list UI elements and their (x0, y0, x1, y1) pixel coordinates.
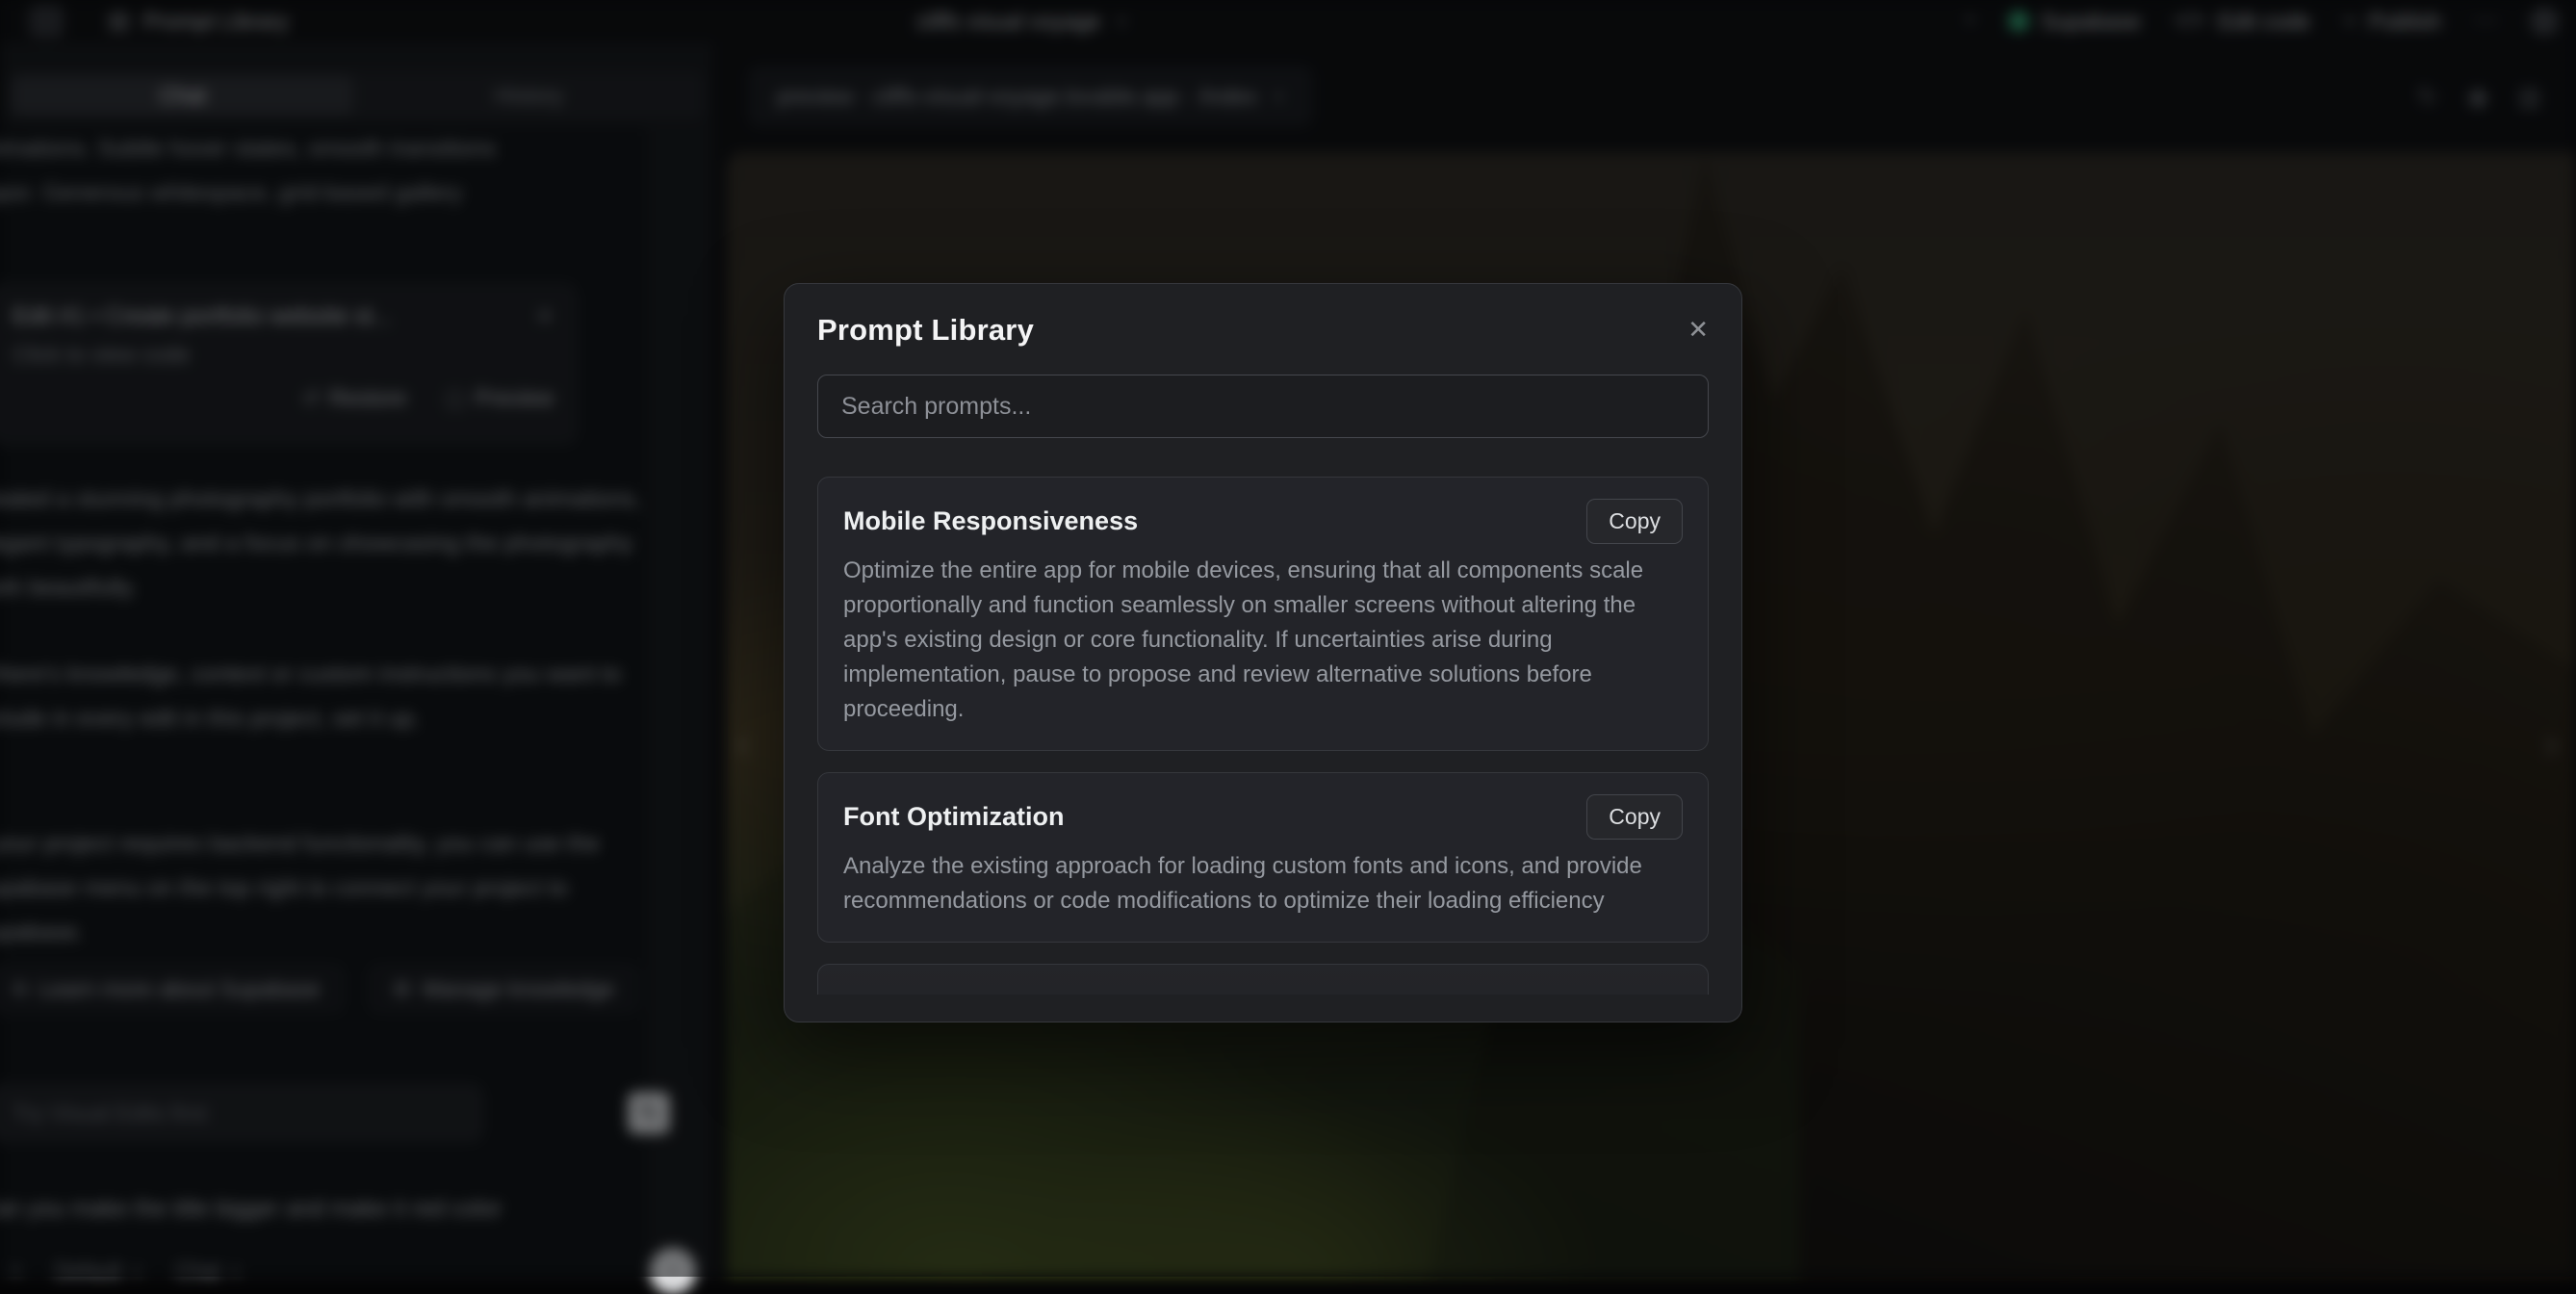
copy-button[interactable]: Copy (1586, 499, 1683, 544)
prompt-title: Font Optimization (843, 802, 1064, 832)
prompt-card: Font Optimization Copy Analyze the exist… (817, 772, 1709, 943)
prompt-description: Analyze the existing approach for loadin… (843, 849, 1683, 919)
close-icon[interactable]: ✕ (1687, 317, 1709, 342)
prompt-library-modal: Prompt Library ✕ Mobile Responsiveness C… (784, 283, 1742, 1022)
copy-button[interactable]: Copy (1586, 794, 1683, 840)
prompt-card-partial (817, 964, 1709, 995)
modal-title: Prompt Library (817, 313, 1034, 348)
prompt-list: Mobile Responsiveness Copy Optimize the … (817, 477, 1709, 995)
prompt-title: Mobile Responsiveness (843, 506, 1138, 536)
search-input[interactable] (817, 375, 1709, 438)
prompt-description: Optimize the entire app for mobile devic… (843, 554, 1683, 727)
prompt-card: Mobile Responsiveness Copy Optimize the … (817, 477, 1709, 751)
